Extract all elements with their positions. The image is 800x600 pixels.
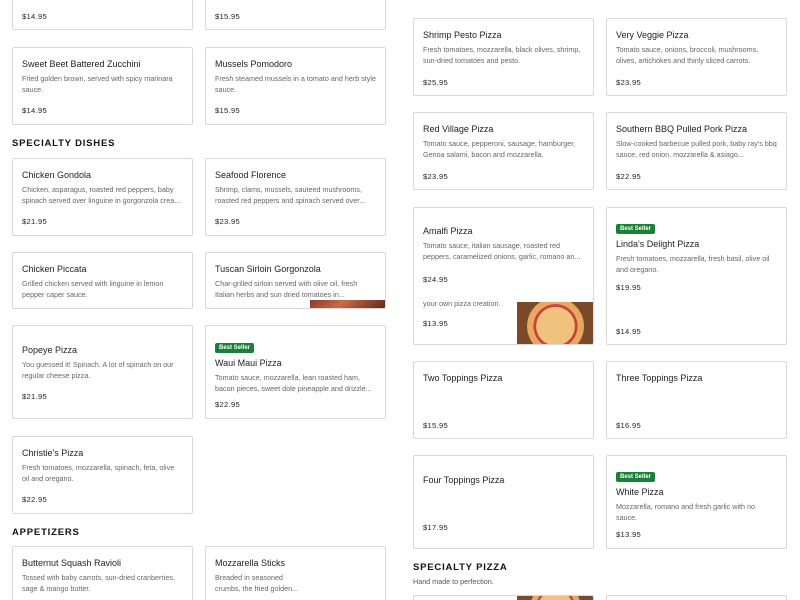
item-name: Waui Maui Pizza bbox=[215, 358, 282, 368]
item-description: Tossed with baby carrots, sun-dried cran… bbox=[22, 573, 175, 593]
item-description: Breaded in seasoned crumbs, the fried go… bbox=[215, 573, 299, 593]
item-description: Tomato sauce, pepperoni, sausage, hambur… bbox=[423, 139, 576, 159]
item-name: Popeye Pizza bbox=[22, 345, 78, 355]
item-price: $14.95 bbox=[22, 12, 48, 21]
item-description: Fresh tomatoes, mozzarella, black olives… bbox=[423, 45, 581, 65]
item-price: $25.95 bbox=[423, 78, 449, 87]
item-price: $15.95 bbox=[215, 12, 241, 21]
item-price: $23.95 bbox=[423, 172, 449, 181]
menu-item-card-zucchini[interactable]: Sweet Beet Battered Zucchini Fried golde… bbox=[12, 47, 193, 125]
item-name: Two Toppings Pizza bbox=[423, 373, 503, 383]
food-photo bbox=[517, 596, 593, 600]
menu-item-card-two-toppings[interactable]: Two Toppings Pizza $15.95 bbox=[413, 361, 594, 439]
menu-item-card-seafood-florence[interactable]: Seafood Florence Shrimp, clams, mussels,… bbox=[205, 158, 386, 236]
section-title-specialty-pizza: SPECIALTY PIZZA bbox=[413, 562, 508, 573]
menu-item-card-red-village[interactable]: Red Village Pizza Tomato sauce, pepperon… bbox=[413, 112, 594, 190]
menu-item-card-christies-pizza[interactable]: Christie's Pizza Fresh tomatoes, mozzare… bbox=[12, 436, 193, 514]
menu-item-card-four-toppings[interactable]: Four Toppings Pizza $17.95 bbox=[413, 455, 594, 549]
item-name: Seafood Florence bbox=[215, 170, 287, 180]
item-name: Mussels Pomodoro bbox=[215, 59, 293, 69]
menu-item-card[interactable] bbox=[413, 595, 594, 600]
item-name: Very Veggie Pizza bbox=[616, 30, 689, 40]
item-price: $15.95 bbox=[423, 421, 449, 430]
item-name: Four Toppings Pizza bbox=[423, 475, 505, 485]
item-price: $14.95 bbox=[616, 327, 642, 336]
item-description: You guessed it! Spinach. A lot of spinac… bbox=[22, 360, 174, 380]
section-title-specialty-dishes: SPECIALTY DISHES bbox=[12, 138, 116, 149]
item-name: Chicken Gondola bbox=[22, 170, 92, 180]
best-seller-badge: Best Seller bbox=[616, 472, 656, 482]
menu-item-card-mussels[interactable]: Mussels Pomodoro Fresh steamed mussels i… bbox=[205, 47, 386, 125]
menu-item-card-mozzarella-sticks[interactable]: Mozzarella Sticks Breaded in seasoned cr… bbox=[205, 546, 386, 600]
item-name: Three Toppings Pizza bbox=[616, 373, 703, 383]
item-name: Chicken Piccata bbox=[22, 264, 87, 274]
menu-item-card-tuscan-sirloin[interactable]: Tuscan Sirloin Gorgonzola Char-grilled s… bbox=[205, 252, 386, 309]
item-name: Tuscan Sirloin Gorgonzola bbox=[215, 264, 321, 274]
menu-item-card-chicken-gondola[interactable]: Chicken Gondola Chicken, asparagus, roas… bbox=[12, 158, 193, 236]
menu-item-card-shrimp-pesto[interactable]: Shrimp Pesto Pizza Fresh tomatoes, mozza… bbox=[413, 18, 594, 96]
item-description: Fresh steamed mussels in a tomato and he… bbox=[215, 74, 376, 94]
item-price: $13.95 bbox=[423, 319, 449, 328]
item-name: Shrimp Pesto Pizza bbox=[423, 30, 502, 40]
menu-item-card[interactable]: $14.95 bbox=[12, 0, 193, 30]
item-price: $14.95 bbox=[22, 106, 48, 115]
item-name: Red Village Pizza bbox=[423, 124, 494, 134]
item-name: White Pizza bbox=[616, 487, 664, 497]
item-price: $21.95 bbox=[22, 392, 48, 401]
item-description: Tomato sauce, onions, broccoli, mushroom… bbox=[616, 45, 759, 65]
menu-item-card-very-veggie[interactable]: Very Veggie Pizza Tomato sauce, onions, … bbox=[606, 18, 787, 96]
item-description: Shrimp, clams, mussels, sauteed mushroom… bbox=[215, 185, 366, 205]
item-description: Fried golden brown, served with spicy ma… bbox=[22, 74, 173, 94]
menu-item-card-amalfi[interactable]: Amalfi Pizza Tomato sauce, italian sausa… bbox=[413, 207, 594, 345]
item-price: $13.95 bbox=[616, 530, 642, 539]
item-price: $23.95 bbox=[215, 217, 241, 226]
item-price: $22.95 bbox=[616, 172, 642, 181]
item-price: $22.95 bbox=[215, 400, 241, 409]
menu-item-card-three-toppings[interactable]: Three Toppings Pizza $16.95 bbox=[606, 361, 787, 439]
item-description: Tomato sauce, mozzarella, lean roasted h… bbox=[215, 373, 372, 393]
food-photo bbox=[310, 300, 385, 308]
best-seller-badge: Best Seller bbox=[616, 224, 656, 234]
section-subtitle: Hand made to perfection. bbox=[413, 577, 494, 586]
menu-item-card-white-pizza[interactable]: Best Seller White Pizza Mozzarella, roma… bbox=[606, 455, 787, 549]
item-description: Slow-cooked barbecue pulled pork, baby r… bbox=[616, 139, 777, 159]
item-description: Mozzarella, romano and fresh garlic with… bbox=[616, 502, 756, 522]
item-price: $19.95 bbox=[616, 283, 642, 292]
menu-item-card-chicken-piccata[interactable]: Chicken Piccata Grilled chicken served w… bbox=[12, 252, 193, 309]
item-description: your own pizza creation. bbox=[423, 299, 501, 308]
item-description: Char-grilled sirloin served with olive o… bbox=[215, 279, 358, 299]
item-description: Tomato sauce, italian sausage, roasted r… bbox=[423, 241, 581, 261]
item-price: $16.95 bbox=[616, 421, 642, 430]
menu-item-card-lindas-delight[interactable]: Best Seller Linda's Delight Pizza Fresh … bbox=[606, 207, 787, 345]
item-price: $21.95 bbox=[22, 217, 48, 226]
section-title-appetizers: APPETIZERS bbox=[12, 527, 80, 538]
item-name: Butternut Squash Ravioli bbox=[22, 558, 122, 568]
menu-item-card-popeye-pizza[interactable]: Popeye Pizza You guessed it! Spinach. A … bbox=[12, 325, 193, 419]
item-description: Fresh tomatoes, mozzarella, spinach, fet… bbox=[22, 463, 175, 483]
item-name: Southern BBQ Pulled Pork Pizza bbox=[616, 124, 748, 134]
menu-item-card-butternut-ravioli[interactable]: Butternut Squash Ravioli Tossed with bab… bbox=[12, 546, 193, 600]
menu-item-card-waui-maui-pizza[interactable]: Best Seller Waui Maui Pizza Tomato sauce… bbox=[205, 325, 386, 419]
menu-item-card[interactable]: $15.95 bbox=[205, 0, 386, 30]
item-name: Mozzarella Sticks bbox=[215, 558, 286, 568]
menu-item-card-southern-bbq[interactable]: Southern BBQ Pulled Pork Pizza Slow-cook… bbox=[606, 112, 787, 190]
item-description: Fresh tomatoes, mozzarella, fresh basil,… bbox=[616, 254, 770, 274]
item-price: $23.95 bbox=[616, 78, 642, 87]
item-price: $22.95 bbox=[22, 495, 48, 504]
item-name: Christie's Pizza bbox=[22, 448, 84, 458]
item-price: $15.95 bbox=[215, 106, 241, 115]
item-name: Sweet Beet Battered Zucchini bbox=[22, 59, 141, 69]
item-price: $24.95 bbox=[423, 275, 449, 284]
item-description: Grilled chicken served with linguine in … bbox=[22, 279, 164, 299]
item-name: Linda's Delight Pizza bbox=[616, 239, 700, 249]
item-price: $17.95 bbox=[423, 523, 449, 532]
menu-item-card[interactable] bbox=[606, 595, 787, 600]
food-photo bbox=[517, 302, 593, 344]
item-name: Amalfi Pizza bbox=[423, 226, 473, 236]
item-description: Chicken, asparagus, roasted red peppers,… bbox=[22, 185, 181, 205]
best-seller-badge: Best Seller bbox=[215, 343, 255, 353]
